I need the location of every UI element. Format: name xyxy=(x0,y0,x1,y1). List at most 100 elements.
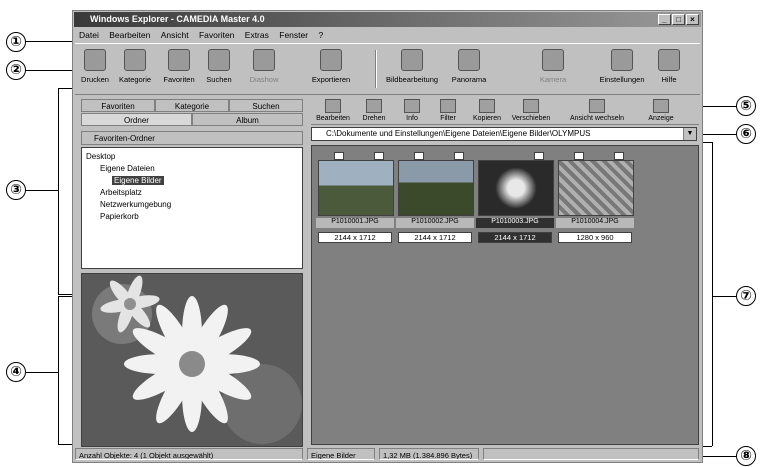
thumbnail-name: P1010001.JPG xyxy=(316,218,394,228)
camera-label: Kamera xyxy=(539,75,567,84)
menu-view[interactable]: Ansicht xyxy=(161,30,189,40)
callout-3: ③ xyxy=(6,180,26,200)
export-icon xyxy=(320,49,342,71)
help-button[interactable]: Hilfe xyxy=(649,47,689,91)
tree-item-my-pictures[interactable]: Eigene Bilder xyxy=(112,176,164,185)
tree-item-recycle-bin[interactable]: Papierkorb xyxy=(100,212,139,221)
callout-1: ① xyxy=(6,32,26,52)
camera-icon xyxy=(542,49,564,71)
toolbar-separator xyxy=(375,50,377,88)
status-object-count: Anzahl Objekte: 4 (1 Objekt ausgewählt) xyxy=(75,448,303,460)
search-button[interactable]: Suchen xyxy=(201,47,237,91)
favorites-icon xyxy=(168,49,190,71)
view-icon xyxy=(589,99,605,113)
menu-window[interactable]: Fenster xyxy=(279,30,308,40)
tab-folders[interactable]: Ordner xyxy=(81,113,192,126)
copy-button[interactable]: Kopieren xyxy=(469,98,505,124)
thumbnail-image xyxy=(318,160,394,216)
menu-bar: Datei Bearbeiten Ansicht Favoriten Extra… xyxy=(75,29,700,42)
move-label: Verschieben xyxy=(511,115,551,122)
camera-button[interactable]: Kamera xyxy=(521,47,585,91)
application-window: Windows Explorer - CAMEDIA Master 4.0 _ … xyxy=(72,10,703,463)
display-button[interactable]: Anzeige xyxy=(641,98,681,124)
address-dropdown-icon[interactable]: ▼ xyxy=(683,128,696,140)
tab-search[interactable]: Suchen xyxy=(229,99,303,112)
image-toolbar: Bearbeiten Drehen Info Filter Kopieren V… xyxy=(311,96,699,125)
thumbnail-item[interactable]: P1010001.JPG 2144 x 1712 xyxy=(316,152,394,250)
address-bar[interactable]: C:\Dokumente und Einstellungen\Eigene Da… xyxy=(311,127,697,141)
browser-tabs: Favoriten Kategorie Suchen Ordner Album xyxy=(81,99,303,129)
thumbnail-pane[interactable]: P1010001.JPG 2144 x 1712 P1010002.JPG 21… xyxy=(311,145,699,445)
thumbnail-item[interactable]: P1010004.JPG 1280 x 960 xyxy=(556,152,634,250)
img-edit-label: Bearbeiten xyxy=(316,115,350,122)
category-button[interactable]: Kategorie xyxy=(115,47,155,91)
settings-label: Einstellungen xyxy=(599,75,645,84)
print-button[interactable]: Drucken xyxy=(77,47,113,91)
minimize-button[interactable]: _ xyxy=(658,14,671,25)
settings-button[interactable]: Einstellungen xyxy=(599,47,645,91)
menu-file[interactable]: Datei xyxy=(79,30,99,40)
tab-category[interactable]: Kategorie xyxy=(155,99,229,112)
address-text: C:\Dokumente und Einstellungen\Eigene Da… xyxy=(326,129,591,138)
thumbnail-size: 1280 x 960 xyxy=(558,232,632,243)
favorites-button[interactable]: Favoriten xyxy=(159,47,199,91)
tree-item-desktop[interactable]: Desktop xyxy=(86,152,115,161)
callout-7: ⑦ xyxy=(736,286,756,306)
image-preview xyxy=(81,273,303,447)
copy-icon xyxy=(479,99,495,113)
callout-8-line xyxy=(700,456,736,457)
edit-icon xyxy=(325,99,341,113)
image-edit-button[interactable]: Bildbearbeitung xyxy=(381,47,443,91)
panorama-button[interactable]: Panorama xyxy=(447,47,491,91)
print-flag-icon xyxy=(454,152,464,160)
status-bar: Anzahl Objekte: 4 (1 Objekt ausgewählt) … xyxy=(75,448,700,461)
tree-item-my-computer[interactable]: Arbeitsplatz xyxy=(100,188,142,197)
close-button[interactable]: × xyxy=(686,14,699,25)
move-icon xyxy=(523,99,539,113)
panorama-label: Panorama xyxy=(451,75,487,84)
main-toolbar: Drucken Kategorie Favoriten Suchen Diash… xyxy=(75,43,700,95)
menu-favorites[interactable]: Favoriten xyxy=(199,30,234,40)
help-label: Hilfe xyxy=(661,75,677,84)
thumbnail-size: 2144 x 1712 xyxy=(398,232,472,243)
filter-button[interactable]: Filter xyxy=(431,98,465,124)
callout-1-line xyxy=(26,41,72,42)
maximize-button[interactable]: □ xyxy=(672,14,685,25)
tab-favorites[interactable]: Favoriten xyxy=(81,99,155,112)
img-edit-button[interactable]: Bearbeiten xyxy=(313,98,353,124)
favorites-folder-bar[interactable]: Favoriten-Ordner xyxy=(81,131,303,145)
thumbnail-name: P1010002.JPG xyxy=(396,218,474,228)
rotate-icon xyxy=(366,99,382,113)
menu-tools[interactable]: Extras xyxy=(245,30,269,40)
tab-album[interactable]: Album xyxy=(192,113,303,126)
callout-4-bracket xyxy=(58,296,59,444)
rotate-button[interactable]: Drehen xyxy=(357,98,391,124)
callout-8: ⑧ xyxy=(736,446,756,466)
favorites-folder-label: Favoriten-Ordner xyxy=(94,134,155,143)
callout-4-line xyxy=(26,372,58,373)
menu-edit[interactable]: Bearbeiten xyxy=(109,30,150,40)
filter-label: Filter xyxy=(440,115,456,122)
slideshow-icon xyxy=(253,49,275,71)
thumbnail-image xyxy=(398,160,474,216)
move-button[interactable]: Verschieben xyxy=(509,98,553,124)
tree-item-my-documents[interactable]: Eigene Dateien xyxy=(100,164,155,173)
view-switch-label: Ansicht wechseln xyxy=(569,115,625,122)
export-label: Exportieren xyxy=(311,75,351,84)
callout-5: ⑤ xyxy=(736,96,756,116)
view-switch-button[interactable]: Ansicht wechseln xyxy=(567,98,627,124)
thumbnail-item-selected[interactable]: P1010003.JPG 2144 x 1712 xyxy=(476,152,554,250)
export-button[interactable]: Exportieren xyxy=(307,47,355,91)
slideshow-label: Diashow xyxy=(249,75,279,84)
tree-item-network[interactable]: Netzwerkumgebung xyxy=(100,200,171,209)
slideshow-button[interactable]: Diashow xyxy=(241,47,287,91)
menu-help[interactable]: ? xyxy=(318,30,323,40)
thumbnail-image xyxy=(478,160,554,216)
folder-tree[interactable]: Desktop Eigene Dateien Eigene Bilder Arb… xyxy=(81,147,303,269)
search-label: Suchen xyxy=(206,75,232,84)
category-icon xyxy=(124,49,146,71)
status-empty xyxy=(483,448,699,460)
search-icon xyxy=(208,49,230,71)
info-button[interactable]: Info xyxy=(397,98,427,124)
thumbnail-item[interactable]: P1010002.JPG 2144 x 1712 xyxy=(396,152,474,250)
